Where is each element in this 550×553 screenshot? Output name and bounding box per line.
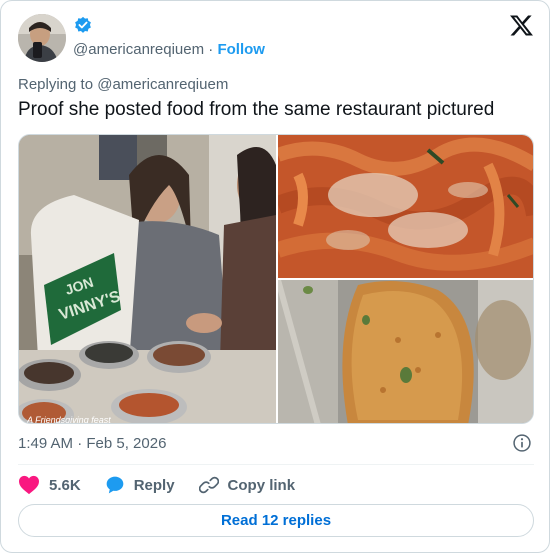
reply-bubble-icon: [106, 476, 124, 494]
author-handle[interactable]: @americanreqiuem: [73, 41, 204, 58]
action-bar: 5.6K Reply Copy link: [18, 473, 319, 497]
verified-badge-icon: [75, 16, 91, 33]
link-icon: [198, 476, 219, 494]
copy-link-button[interactable]: Copy link: [198, 475, 296, 495]
tweet-text: Proof she posted food from the same rest…: [18, 99, 495, 120]
media-grid: JON VINNY'S A Friendsgiving feast: [18, 134, 534, 424]
photo-pasta[interactable]: [278, 135, 534, 278]
photo-fried-cutlet[interactable]: [278, 280, 534, 424]
tweet-embed-card: @americanreqiuem · Follow Replying to @a…: [0, 0, 550, 553]
author-row: @americanreqiuem · Follow: [73, 41, 265, 59]
reply-label: Reply: [133, 476, 175, 494]
photo-restaurant-scene[interactable]: JON VINNY'S A Friendsgiving feast: [19, 135, 276, 424]
divider: [18, 464, 534, 465]
heart-icon: [19, 475, 39, 495]
x-logo-icon[interactable]: [510, 15, 533, 36]
avatar[interactable]: [18, 14, 66, 62]
tweet-timestamp[interactable]: 1:49 AM · Feb 5, 2026: [18, 435, 166, 453]
like-count: 5.6K: [49, 476, 81, 494]
separator-dot: ·: [208, 41, 214, 58]
info-icon[interactable]: [512, 433, 532, 453]
photo-caption: A Friendsgiving feast: [26, 415, 111, 424]
like-button[interactable]: 5.6K: [18, 475, 81, 495]
follow-button[interactable]: Follow: [217, 41, 265, 58]
copy-link-label: Copy link: [227, 476, 296, 494]
replying-to-text: Replying to @americanreqiuem: [18, 76, 229, 93]
reply-button[interactable]: Reply: [105, 475, 175, 495]
read-replies-button[interactable]: Read 12 replies: [18, 504, 534, 537]
